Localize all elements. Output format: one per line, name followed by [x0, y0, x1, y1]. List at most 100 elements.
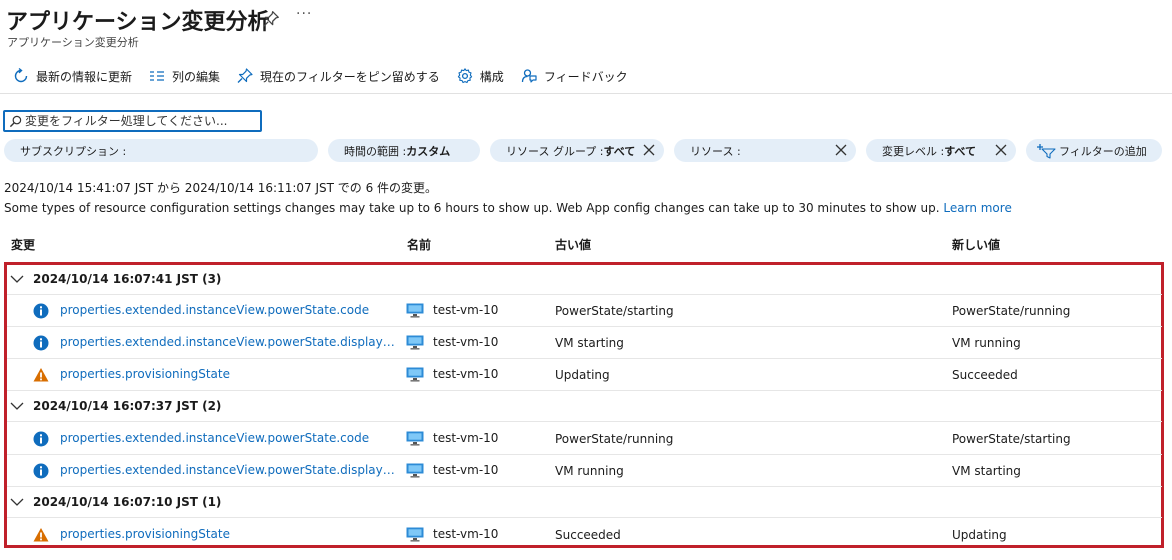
filter-pill-resource-label: リソース :	[690, 144, 741, 158]
table-row[interactable]: properties.extended.instanceView.powerSt…	[7, 455, 1162, 487]
gear-icon	[457, 68, 472, 84]
new-value: PowerState/starting	[952, 432, 1071, 446]
vm-icon	[406, 463, 424, 478]
refresh-label: 最新の情報に更新	[36, 69, 133, 84]
filter-pill-subscription[interactable]: サブスクリプション :	[4, 139, 318, 162]
close-icon[interactable]	[834, 143, 848, 157]
change-delay-note: Some types of resource configuration set…	[4, 201, 1012, 215]
filter-pill-subscription-label: サブスクリプション :	[20, 144, 127, 158]
filter-pill-time-range-label: 時間の範囲 :	[344, 144, 407, 158]
vm-icon	[406, 303, 424, 318]
refresh-icon	[14, 67, 28, 83]
info-icon	[33, 303, 49, 319]
vm-icon	[406, 431, 424, 446]
old-value: PowerState/starting	[555, 304, 674, 318]
vm-icon	[406, 527, 424, 542]
filter-pill-resource-group-label: リソース グループ :	[506, 144, 604, 158]
pin-filter-label: 現在のフィルターをピン留めする	[260, 69, 440, 84]
vm-icon	[406, 367, 424, 382]
feedback-label: フィードバック	[543, 69, 628, 84]
group-label: 2024/10/14 16:07:41 JST (3)	[33, 272, 222, 286]
chevron-down-icon	[10, 402, 24, 410]
change-property-link[interactable]: properties.extended.instanceView.powerSt…	[60, 335, 400, 349]
filter-pill-change-level[interactable]: 変更レベル : すべて	[866, 139, 1016, 162]
page-subtitle: アプリケーション変更分析	[7, 36, 139, 49]
toolbar: 最新の情報に更新 列の編集 現在のフィルターをピン留めする 構成 フィードバック	[12, 64, 644, 88]
old-value: Updating	[555, 368, 610, 382]
close-icon[interactable]	[994, 143, 1008, 157]
column-header-name[interactable]: 名前	[407, 236, 431, 253]
edit-columns-button[interactable]: 列の編集	[148, 67, 220, 85]
change-property-link[interactable]: properties.extended.instanceView.powerSt…	[60, 463, 400, 477]
resource-name: test-vm-10	[433, 527, 499, 541]
page-title: アプリケーション変更分析	[6, 10, 270, 35]
new-value: VM running	[952, 336, 1021, 350]
column-header-new-value[interactable]: 新しい値	[952, 236, 1000, 253]
filter-pill-time-range[interactable]: 時間の範囲 : カスタム	[328, 139, 480, 162]
table-row[interactable]: properties.provisioningState test-vm-10 …	[7, 359, 1162, 391]
change-property-link[interactable]: properties.extended.instanceView.powerSt…	[60, 431, 400, 445]
feedback-icon	[521, 69, 537, 83]
filter-pill-change-level-label: 変更レベル :	[882, 144, 945, 158]
old-value: VM starting	[555, 336, 624, 350]
resource-name: test-vm-10	[433, 335, 499, 349]
more-options-icon[interactable]: ···	[296, 6, 312, 22]
change-range-summary: 2024/10/14 15:41:07 JST から 2024/10/14 16…	[4, 181, 438, 195]
new-value: Updating	[952, 528, 1007, 542]
old-value: VM running	[555, 464, 624, 478]
filter-pill-resource-group[interactable]: リソース グループ : すべて	[490, 139, 664, 162]
warning-icon	[33, 528, 49, 542]
pin-icon[interactable]	[262, 10, 280, 28]
new-value: Succeeded	[952, 368, 1018, 382]
info-icon	[33, 431, 49, 447]
vm-icon	[406, 335, 424, 350]
new-value: PowerState/running	[952, 304, 1071, 318]
filter-search-input[interactable]	[25, 114, 250, 128]
new-value: VM starting	[952, 464, 1021, 478]
old-value: PowerState/running	[555, 432, 674, 446]
table-row[interactable]: properties.provisioningState test-vm-10 …	[7, 519, 1162, 551]
columns-icon	[150, 71, 165, 81]
close-icon[interactable]	[642, 143, 656, 157]
info-icon	[33, 335, 49, 351]
chevron-down-icon	[10, 498, 24, 506]
filter-search-box[interactable]	[3, 110, 262, 132]
old-value: Succeeded	[555, 528, 621, 542]
change-property-link[interactable]: properties.provisioningState	[60, 527, 400, 541]
table-row[interactable]: properties.extended.instanceView.powerSt…	[7, 295, 1162, 327]
chevron-down-icon	[10, 275, 24, 283]
table-row[interactable]: properties.extended.instanceView.powerSt…	[7, 423, 1162, 455]
filter-pill-resource-group-value: すべて	[603, 144, 636, 158]
group-row[interactable]: 2024/10/14 16:07:10 JST (1)	[7, 487, 1162, 518]
filter-pill-time-range-value: カスタム	[406, 144, 451, 158]
learn-more-link[interactable]: Learn more	[943, 201, 1011, 215]
feedback-button[interactable]: フィードバック	[520, 67, 628, 85]
resource-name: test-vm-10	[433, 303, 499, 317]
column-header-change[interactable]: 変更	[11, 236, 35, 253]
pin-filter-button[interactable]: 現在のフィルターをピン留めする	[236, 67, 440, 85]
toolbar-divider	[0, 93, 1172, 94]
info-icon	[33, 463, 49, 479]
group-label: 2024/10/14 16:07:37 JST (2)	[33, 399, 222, 413]
refresh-button[interactable]: 最新の情報に更新	[12, 67, 132, 85]
change-delay-note-text: Some types of resource configuration set…	[4, 201, 940, 215]
change-property-link[interactable]: properties.extended.instanceView.powerSt…	[60, 303, 400, 317]
filter-pill-resource[interactable]: リソース :	[674, 139, 856, 162]
resource-name: test-vm-10	[433, 431, 499, 445]
group-label: 2024/10/14 16:07:10 JST (1)	[33, 495, 222, 509]
edit-columns-label: 列の編集	[172, 69, 221, 84]
configure-button[interactable]: 構成	[456, 67, 504, 85]
column-header-old-value[interactable]: 古い値	[555, 236, 591, 253]
table-row[interactable]: properties.extended.instanceView.powerSt…	[7, 327, 1162, 359]
configure-label: 構成	[479, 69, 504, 84]
pin-icon	[237, 68, 253, 83]
filter-pill-change-level-value: すべて	[944, 144, 976, 158]
add-filter-icon	[1037, 143, 1056, 159]
resource-name: test-vm-10	[433, 367, 499, 381]
change-property-link[interactable]: properties.provisioningState	[60, 367, 400, 381]
group-row[interactable]: 2024/10/14 16:07:37 JST (2)	[7, 391, 1162, 422]
warning-icon	[33, 368, 49, 382]
add-filter-button[interactable]: フィルターの追加	[1026, 139, 1162, 162]
group-row[interactable]: 2024/10/14 16:07:41 JST (3)	[7, 264, 1162, 295]
search-icon	[9, 115, 22, 127]
